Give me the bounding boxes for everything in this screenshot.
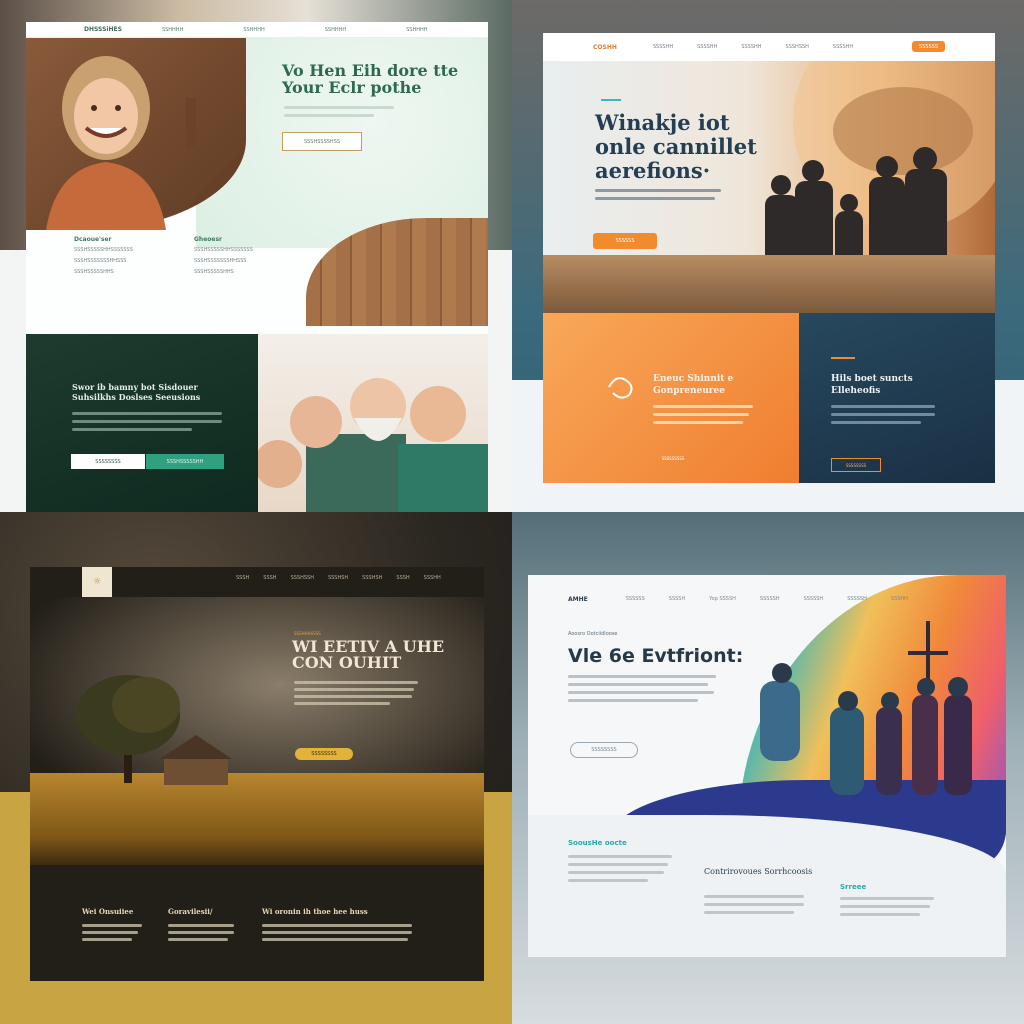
nav-link[interactable]: SSHHHH [162,27,183,33]
nav-link[interactable]: SSSSSS [626,596,645,602]
feature-line: SSSHSSSSSHHSSSSSSS [74,247,133,253]
green-cta-section: Swor ib bamny bot Sisdouer Suhsilkhs Dos… [26,334,258,512]
navy-feature-card: Hils boet suncts Elleheofis SSSSSSSS [799,313,995,483]
mockup-community-orange: COSHH SSSSHH SSSSHH SSSSHH SSSHSSH SSSSH… [543,33,995,483]
footer-column-1: Wei Onsuiiee [82,907,142,945]
column-title: Goravilesii/ [168,907,213,916]
nav-cta-button[interactable]: SSSSSS [912,41,945,52]
mockup-family-green: DHSSSiHES SSHHHH SSHHHH SSHHHH SSHHHH Vo… [26,22,488,512]
top-navigation: DHSSSiHES SSHHHH SSHHHH SSHHHH SSHHHH [26,22,488,38]
orange-card-title: Eneuc Shinnit e Gonpreneuree [653,374,734,396]
feature-line: SSSHSSSSSSSHHSSS [194,258,247,264]
hero-text-lines [294,681,424,709]
site-logo[interactable]: AMHE [568,596,588,603]
hero-cta-button[interactable]: SSSSSSSS [570,742,638,758]
top-navigation: AMHE SSSSSS SSSSH Yop SSSSH SSSSSH SSSSS… [528,575,1006,623]
nav-link[interactable]: SSSHSSH [786,44,809,50]
nav-link[interactable]: SSSSH [669,596,685,602]
hero-photo-smiling-woman [26,38,246,230]
hero-cta-button[interactable]: SSSSSS [593,233,657,249]
navy-card-button[interactable]: SSSSSSSS [831,458,881,472]
feature-title: SoousHe oocte [568,839,627,847]
mockup-farm-dark: ☼ SSSH SSSH SSSHSSH SSSHSH SSSHSH SSSH S… [30,567,484,981]
nav-link[interactable]: SSSSSH [760,596,780,602]
nav-link[interactable]: SSSH [396,575,409,581]
nav-link[interactable]: SSSSHH [741,44,761,50]
top-navigation: SSSH SSSH SSSHSSH SSSHSH SSSHSH SSSH SSS… [30,567,484,589]
hero-kicker: SSSHHHSSSS [294,631,321,636]
hero-headline: Vo Hen Eih dore tte Your Eclr pothe [282,61,459,97]
grass-field [543,255,995,313]
site-logo[interactable]: COSHH [593,44,617,51]
hero-headline: Winakje iot onle cannillet aerefions· [595,110,757,183]
hero-kicker: Aoosro Ootciidloose [568,631,618,637]
nav-link[interactable]: SSHHHH [406,27,427,33]
feature-title: Srreee [840,883,867,891]
nav-link[interactable]: SSSSSH [847,596,867,602]
hero-cta-button[interactable]: SSSHSSSSHSS [282,132,362,151]
feature-text-1 [568,855,678,887]
orange-card-text [653,405,763,429]
feature-title: Dcaoue'ser [74,236,112,243]
hero-headline: Vle 6e Evtfriont: [568,645,744,667]
nav-link[interactable]: SSHHHH [243,27,264,33]
nav-link[interactable]: SSSHSH [362,575,382,581]
primary-button[interactable]: SSSHSSSSSHH [146,454,224,469]
hero-headline: WI EETIV A UHE CON OUHIT [292,637,445,672]
nav-link[interactable]: SSSSHH [833,44,853,50]
nav-link[interactable]: SSSHSH [328,575,348,581]
feature-line: SSSHSSSSSHHS [74,269,114,275]
green-section-headline: Swor ib bamny bot Sisdouer Suhsilkhs Dos… [72,382,201,402]
nav-link[interactable]: Yop SSSSH [709,596,736,602]
nav-link[interactable]: SSSSHH [697,44,717,50]
feature-line: SSSHSSSSSSSHHSSS [74,258,127,264]
navy-card-title: Hils boet suncts Elleheofis [831,374,913,396]
mockup-rainbow-community: AMHE SSSSSS SSSSH Yop SSSSH SSSSSH SSSSS… [528,575,1006,957]
family-group-photo [254,334,488,512]
hero-text-lines [284,106,404,122]
people-silhouette-illustration [760,621,972,795]
footer-column-3: Wi oronin ih thoe hee huss [262,907,412,945]
footer-column-2: Goravilesii/ [168,907,234,945]
orange-feature-card: Eneuc Shinnit e Gonpreneuree SSSSSSSSS [543,313,799,483]
navy-card-accent [831,357,855,359]
navy-card-text [831,405,941,429]
feature-title: Gheoesr [194,236,222,243]
hero-text-lines [568,675,718,707]
hero-cta-button[interactable]: SSSSSSSS [295,748,353,760]
nav-link[interactable]: SSSH [263,575,276,581]
nav-link[interactable]: SSSHH [891,596,908,602]
orange-card-link[interactable]: SSSSSSSSS [653,453,693,463]
column-title: Wi oronin ih thoe hee huss [262,907,368,916]
hands-icon [608,377,633,399]
nav-link[interactable]: SSSSHH [653,44,673,50]
feature-text-2 [704,895,814,919]
nav-link[interactable]: SSSHSSH [291,575,314,581]
site-logo[interactable]: DHSSSiHES [84,26,122,33]
feature-line: SSSHSSSSSHHSSSSSSS [194,247,253,253]
secondary-button[interactable]: SSSSSSSS [71,454,145,469]
headline-accent-bar [601,99,621,101]
green-section-text [72,412,232,436]
nav-link[interactable]: SSSH [236,575,249,581]
nav-link[interactable]: SSSHH [424,575,441,581]
nav-link[interactable]: SSSSSH [804,596,824,602]
feature-title: Contrirovoues Sorrhcoosis [704,867,813,876]
feature-block-2: Gheoesr SSSHSSSSSHHSSSSSSS SSSHSSSSSSSHH… [194,236,304,280]
feature-block-1: Dcaoue'ser SSSHSSSSSHHSSSSSSS SSSHSSSSSS… [74,236,184,280]
nav-link[interactable]: SSHHHH [325,27,346,33]
column-title: Wei Onsuiiee [82,907,134,916]
feature-line: SSSHSSSSSHHS [194,269,234,275]
tree-and-barn-illustration [76,675,232,785]
hero-text-lines [595,189,725,205]
feature-text-3 [840,897,940,921]
